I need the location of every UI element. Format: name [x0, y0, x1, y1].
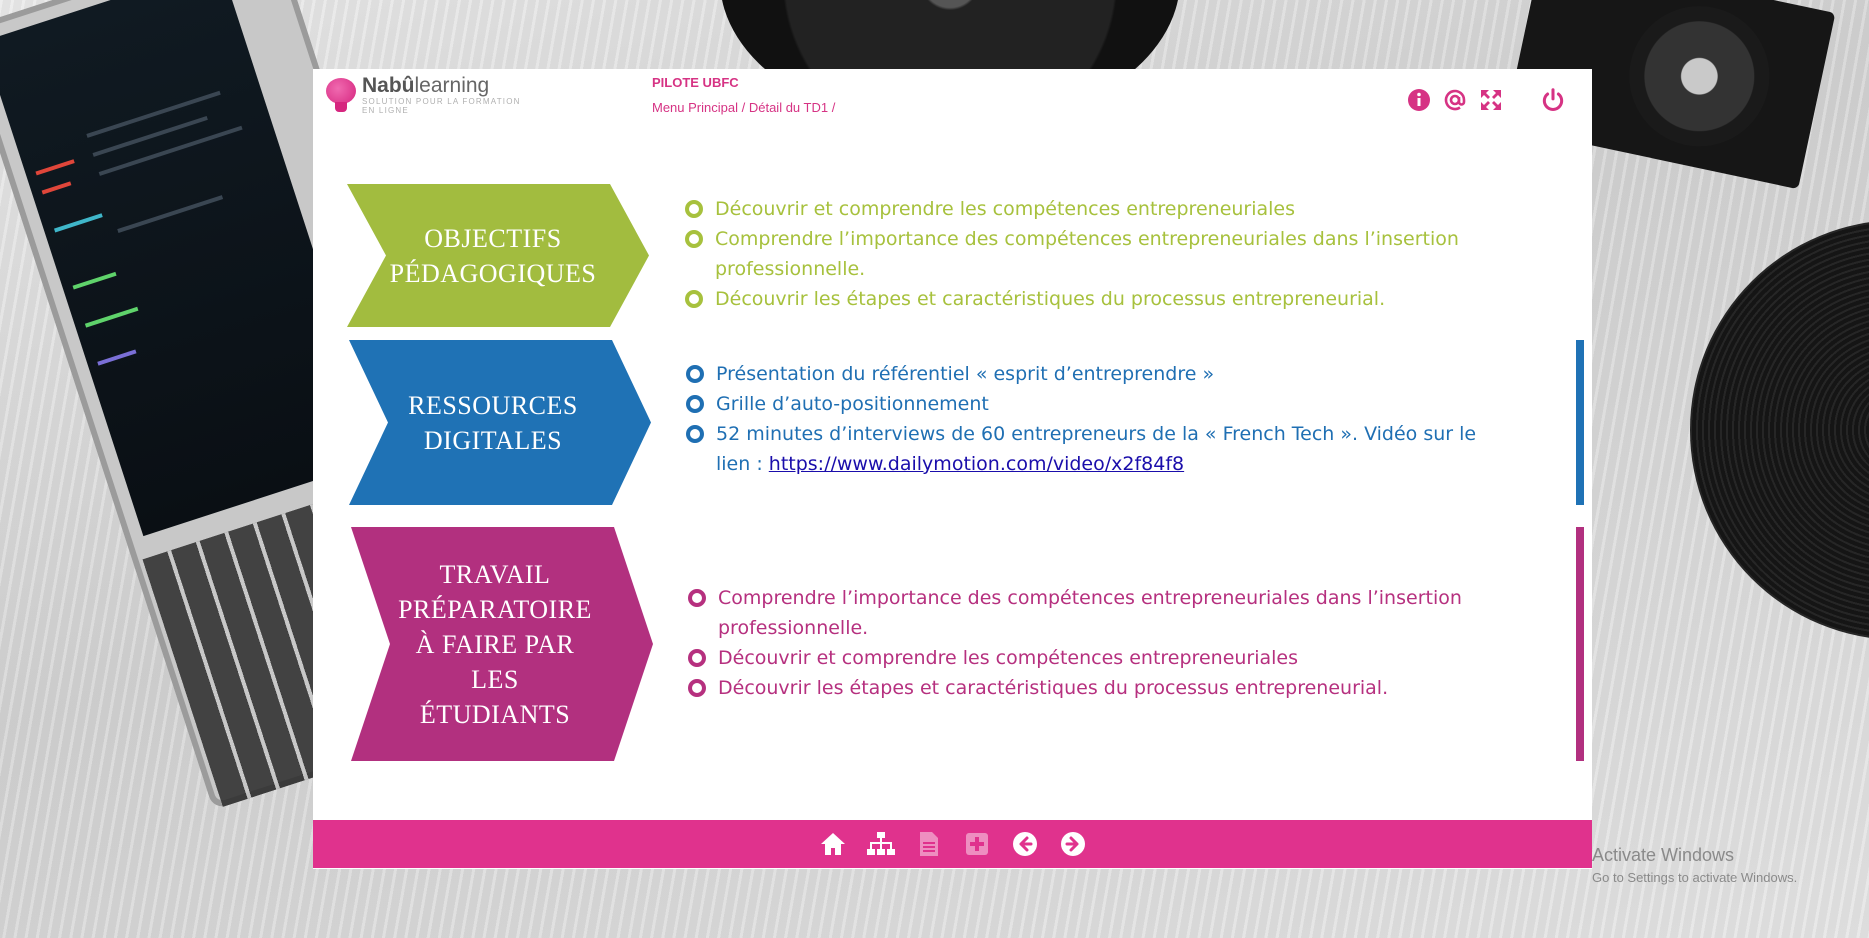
plus-icon[interactable] [962, 829, 992, 859]
breadcrumb-detail-td1[interactable]: Détail du TD1 [749, 100, 828, 115]
info-icon[interactable] [1406, 87, 1432, 113]
arrow-right-icon[interactable] [1058, 829, 1088, 859]
at-email-icon[interactable] [1442, 87, 1468, 113]
list-item: Comprendre l’importance des compétences … [688, 583, 1488, 643]
list-item: Présentation du référentiel « esprit d’e… [686, 359, 1486, 389]
section-title: OBJECTIFS PÉDAGOGIQUES [389, 223, 597, 288]
activate-windows-watermark: Activate Windows Go to Settings to activ… [1592, 845, 1797, 885]
ressources-list: Présentation du référentiel « esprit d’e… [686, 359, 1486, 479]
breadcrumb-menu-principal[interactable]: Menu Principal [652, 100, 738, 115]
home-icon[interactable] [818, 829, 848, 859]
travail-list: Comprendre l’importance des compétences … [688, 583, 1488, 703]
objectifs-list: Découvrir et comprendre les compétences … [685, 194, 1485, 314]
list-item: Découvrir et comprendre les compétences … [685, 194, 1485, 224]
logo-tagline: SOLUTION POUR LA FORMATION EN LIGNE [362, 97, 521, 115]
fullscreen-icon[interactable] [1478, 87, 1504, 113]
list-item: Comprendre l’importance des compétences … [685, 224, 1485, 284]
content-panel: Nabûlearning SOLUTION POUR LA FORMATION … [313, 69, 1592, 869]
list-item: Découvrir les étapes et caractéristiques… [688, 673, 1488, 703]
watermark-subtitle: Go to Settings to activate Windows. [1592, 870, 1798, 885]
list-item: Grille d’auto-positionnement [686, 389, 1486, 419]
sitemap-icon[interactable] [866, 829, 896, 859]
list-item: 52 minutes d’interviews de 60 entreprene… [686, 419, 1486, 479]
nabulearning-logo[interactable]: Nabûlearning SOLUTION POUR LA FORMATION … [324, 75, 522, 115]
section-title: RESSOURCES DIGITALES [408, 390, 578, 455]
lightbulb-logo-icon [324, 76, 358, 114]
header-toolbar [1406, 87, 1566, 113]
watermark-title: Activate Windows [1592, 845, 1735, 865]
breadcrumb-separator: / [738, 100, 749, 115]
breadcrumb: PILOTE UBFC Menu Principal / Détail du T… [652, 75, 835, 115]
logo-name: Nabûlearning [362, 74, 490, 97]
app-header: Nabûlearning SOLUTION POUR LA FORMATION … [313, 69, 1592, 129]
footer-nav [313, 820, 1592, 868]
section-accent-bar [1576, 527, 1584, 761]
section-title: TRAVAIL PRÉPARATOIRE À FAIRE PAR LES ÉTU… [398, 559, 592, 729]
dailymotion-video-link[interactable]: https://www.dailymotion.com/video/x2f84f… [769, 453, 1184, 475]
breadcrumb-separator: / [828, 100, 836, 115]
arrow-left-icon[interactable] [1010, 829, 1040, 859]
document-icon[interactable] [914, 829, 944, 859]
list-item: Découvrir les étapes et caractéristiques… [685, 284, 1485, 314]
power-icon[interactable] [1540, 87, 1566, 113]
list-item: Découvrir et comprendre les compétences … [688, 643, 1488, 673]
site-title: PILOTE UBFC [652, 75, 739, 90]
section-accent-bar [1576, 340, 1584, 505]
